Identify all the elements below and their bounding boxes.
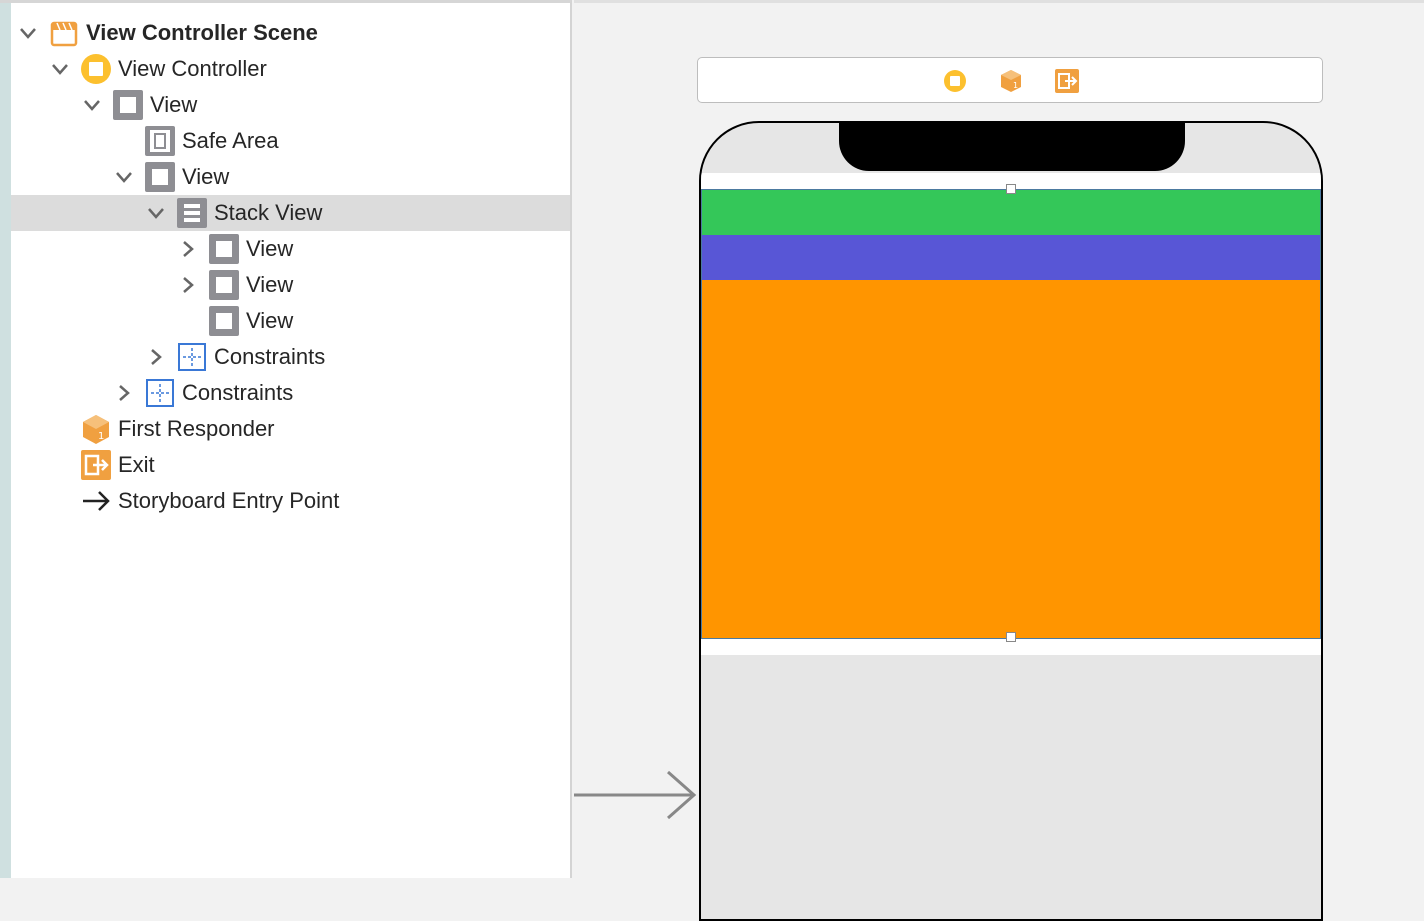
- view-icon: [112, 89, 144, 121]
- exit-icon: [80, 449, 112, 481]
- constraints-icon: [176, 341, 208, 373]
- outline-row[interactable]: View: [11, 159, 570, 195]
- view-icon: [208, 233, 240, 265]
- chevron-right-icon[interactable]: [146, 347, 166, 367]
- chevron-right-icon[interactable]: [178, 239, 198, 259]
- stack-view-icon: [176, 197, 208, 229]
- entry-arrow-icon: [80, 485, 112, 517]
- outline-row-label: View Controller: [118, 56, 267, 81]
- outline-row[interactable]: View Controller: [11, 51, 570, 87]
- outline-row-label: Exit: [118, 452, 155, 477]
- chevron-down-icon[interactable]: [18, 23, 38, 43]
- stack-subview-purple[interactable]: [702, 235, 1320, 280]
- outline-row-label: View Controller Scene: [86, 20, 318, 45]
- chevron-right-icon[interactable]: [114, 383, 134, 403]
- outline-row[interactable]: Stack View: [11, 195, 570, 231]
- outline-row-label: View: [246, 272, 294, 297]
- chevron-right-icon[interactable]: [178, 275, 198, 295]
- first-responder-icon[interactable]: 1: [998, 68, 1024, 94]
- svg-text:1: 1: [1013, 81, 1018, 90]
- view-controller-icon: [80, 53, 112, 85]
- iphone-view-frame[interactable]: [699, 121, 1323, 921]
- outline-row[interactable]: Exit: [11, 447, 570, 483]
- outline-edge: [0, 3, 11, 878]
- resize-handle-top[interactable]: [1006, 184, 1016, 194]
- chevron-down-icon[interactable]: [82, 95, 102, 115]
- outline-row-label: View: [182, 164, 230, 189]
- outline-row-label: View: [246, 236, 294, 261]
- outline-row-label: Constraints: [214, 344, 326, 369]
- first-responder-icon: 1: [80, 413, 112, 445]
- chevron-down-icon[interactable]: [114, 167, 134, 187]
- chevron-down-icon[interactable]: [146, 203, 166, 223]
- device-notch: [839, 123, 1185, 171]
- outline-row[interactable]: View: [11, 267, 570, 303]
- outline-row-label: Safe Area: [182, 128, 279, 153]
- outline-row-label: First Responder: [118, 416, 275, 441]
- outline-row-label: Stack View: [214, 200, 323, 225]
- outline-row[interactable]: Constraints: [11, 375, 570, 411]
- outline-row[interactable]: View: [11, 303, 570, 339]
- outline-row[interactable]: View Controller Scene: [11, 15, 570, 51]
- exit-icon[interactable]: [1054, 68, 1080, 94]
- safe-area-icon: [144, 125, 176, 157]
- scene-icon: [48, 17, 80, 49]
- constraints-icon: [144, 377, 176, 409]
- outline-row-label: View: [246, 308, 294, 333]
- view-icon: [208, 269, 240, 301]
- outline-row[interactable]: View: [11, 87, 570, 123]
- stack-view[interactable]: [701, 189, 1321, 639]
- view-controller-icon[interactable]: [942, 68, 968, 94]
- outline-row-label: Storyboard Entry Point: [118, 488, 340, 513]
- outline-row-label: View: [150, 92, 198, 117]
- outline-row[interactable]: 1 First Responder: [11, 411, 570, 447]
- stack-subview-orange[interactable]: [702, 280, 1320, 638]
- document-outline: View Controller Scene View Controller View…: [0, 0, 572, 878]
- chevron-down-icon[interactable]: [50, 59, 70, 79]
- stack-subview-green[interactable]: [702, 190, 1320, 235]
- view-icon: [208, 305, 240, 337]
- view-icon: [144, 161, 176, 193]
- outline-row[interactable]: View: [11, 231, 570, 267]
- svg-text:1: 1: [98, 431, 104, 442]
- outline-row[interactable]: Safe Area: [11, 123, 570, 159]
- outline-row[interactable]: Constraints: [11, 339, 570, 375]
- resize-handle-bottom[interactable]: [1006, 632, 1016, 642]
- outline-row-label: Constraints: [182, 380, 294, 405]
- outline-row[interactable]: Storyboard Entry Point: [11, 483, 570, 519]
- scene-dock: 1: [697, 57, 1323, 103]
- storyboard-entry-arrow[interactable]: [574, 768, 699, 829]
